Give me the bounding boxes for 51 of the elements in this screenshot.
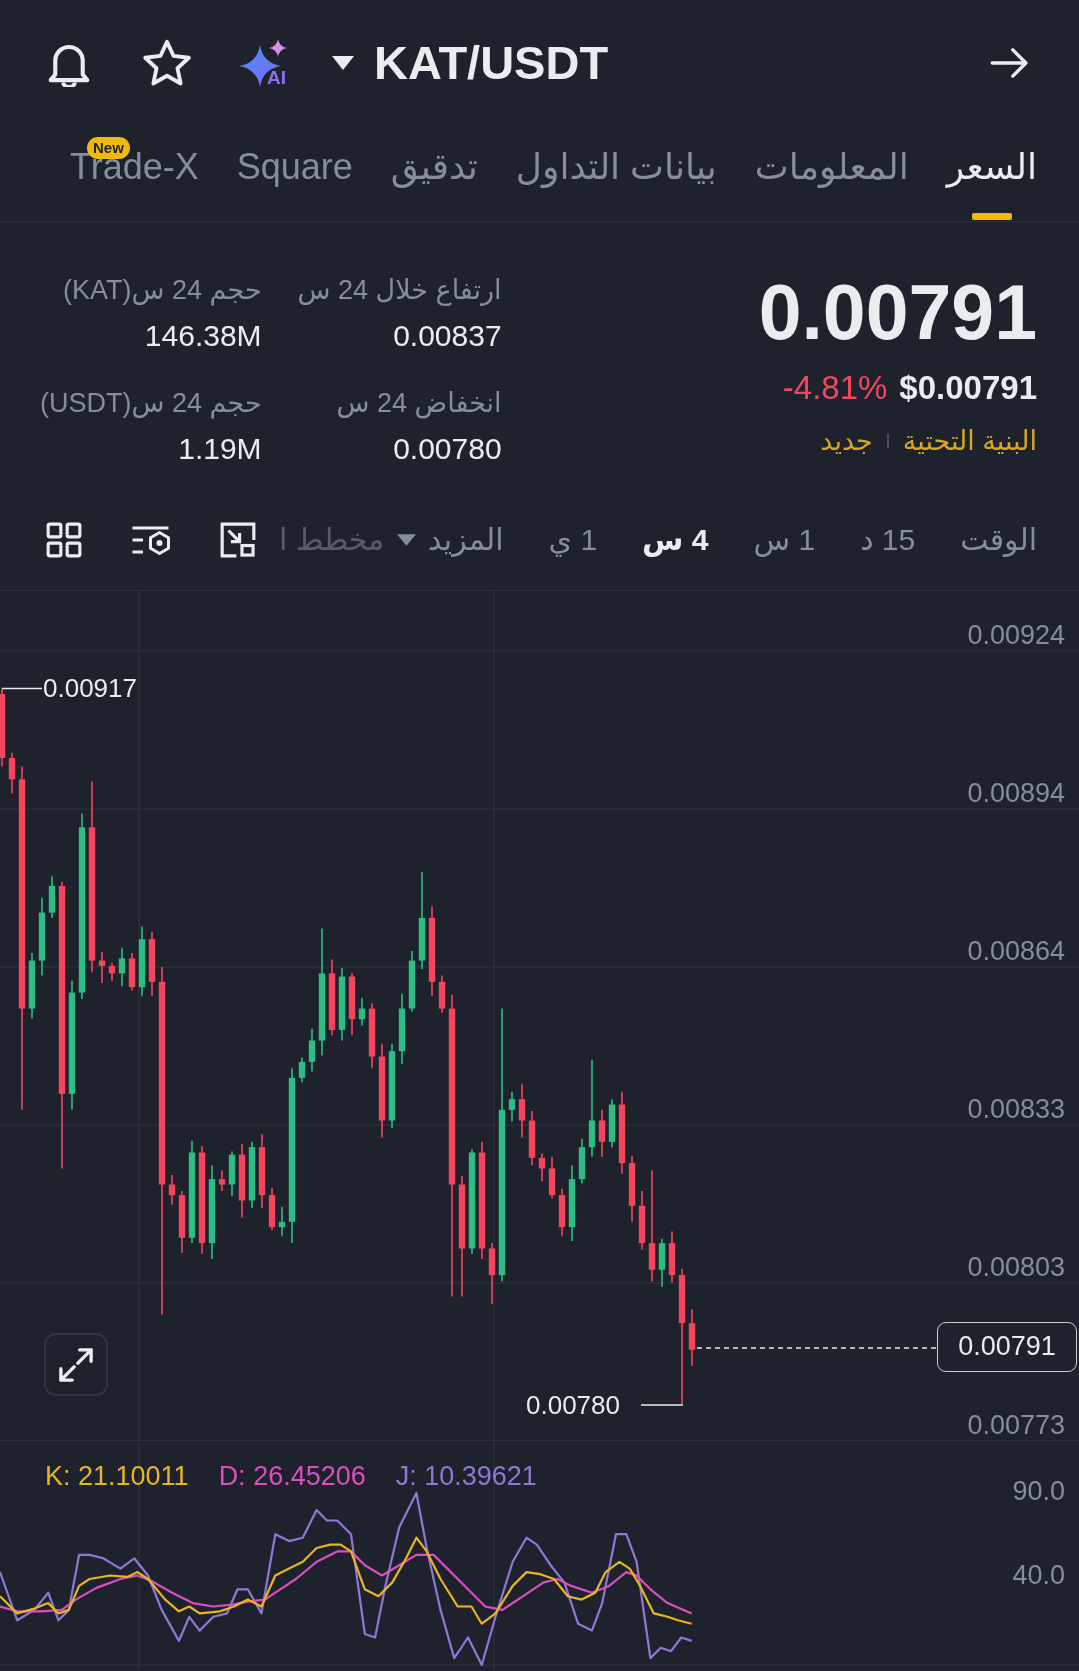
price-axis-label: 0.00803 bbox=[967, 1251, 1065, 1284]
arrow-right-icon[interactable] bbox=[989, 47, 1031, 78]
window-arrow-icon[interactable] bbox=[219, 521, 257, 559]
interval-tab[interactable]: الوقت bbox=[960, 520, 1037, 560]
indicator-value-label: J: 10.39621 bbox=[395, 1460, 537, 1493]
stat-label: انخفاض 24 س bbox=[336, 387, 502, 421]
low-price-label: 0.00780 bbox=[526, 1389, 620, 1422]
interval-tab[interactable]: 15 د bbox=[860, 520, 916, 560]
current-price-tag: 0.00791 bbox=[937, 1322, 1077, 1372]
leader-line bbox=[640, 1404, 684, 1406]
price-axis-label: 0.00864 bbox=[967, 935, 1065, 968]
stat-value: 0.00780 bbox=[393, 431, 502, 467]
price-axis-label: 0.00894 bbox=[967, 777, 1065, 810]
price-axis-label: 0.00773 bbox=[967, 1409, 1065, 1442]
price-change: -4.81% bbox=[782, 368, 888, 408]
indicator-value-label: K: 21.10011 bbox=[45, 1460, 189, 1493]
category-tag[interactable]: جديد bbox=[820, 421, 873, 461]
stat-label: ارتفاع خلال 24 س bbox=[297, 274, 502, 308]
expand-icon bbox=[59, 1347, 93, 1382]
price-axis-label: 0.00833 bbox=[967, 1093, 1065, 1126]
last-price: 0.00791 bbox=[758, 270, 1037, 354]
interval-tab[interactable]: 1 س bbox=[753, 520, 816, 560]
category-tag[interactable]: البنية التحتية bbox=[902, 421, 1037, 461]
stat-value: 0.00837 bbox=[393, 318, 502, 354]
page-tab[interactable]: المعلومات bbox=[754, 125, 909, 221]
caret-icon bbox=[397, 534, 417, 546]
caret-icon bbox=[332, 55, 354, 70]
pair-selector[interactable]: KAT/USDT bbox=[332, 34, 609, 91]
indicator-axis-label: 40.0 bbox=[1012, 1559, 1065, 1592]
sparkle-icon bbox=[239, 38, 287, 88]
grid-icon[interactable] bbox=[45, 521, 83, 559]
expand-button[interactable] bbox=[44, 1333, 108, 1396]
page-tab[interactable]: السعر bbox=[946, 125, 1037, 221]
more-dropdown[interactable]: المزيد bbox=[397, 520, 504, 560]
high-price-label: 0.00917 bbox=[43, 672, 137, 705]
page-tab[interactable]: تدقيق bbox=[390, 125, 478, 221]
stat-value: 1.19M bbox=[178, 431, 262, 467]
leader-line bbox=[1, 687, 43, 690]
page-tab[interactable]: Square bbox=[236, 125, 353, 221]
stat-label: حجم 24 س(USDT) bbox=[40, 387, 262, 421]
page-tab[interactable]: بيانات التداول bbox=[515, 125, 717, 221]
indicator-axis-label: 90.0 bbox=[1012, 1475, 1065, 1508]
price-axis-label: 0.00924 bbox=[967, 619, 1065, 652]
interval-tab[interactable]: 4 س bbox=[642, 520, 709, 560]
stat-value: 146.38M bbox=[144, 318, 262, 354]
usd-price: $0.00791 bbox=[899, 368, 1037, 408]
star-icon[interactable] bbox=[142, 38, 192, 87]
indicator-value-label: D: 26.45206 bbox=[218, 1460, 366, 1493]
ai-assistant-button[interactable]: AI bbox=[239, 36, 293, 89]
interval-tab[interactable]: 1 ي bbox=[548, 520, 598, 560]
stat-label: حجم 24 س(KAT) bbox=[63, 274, 262, 308]
